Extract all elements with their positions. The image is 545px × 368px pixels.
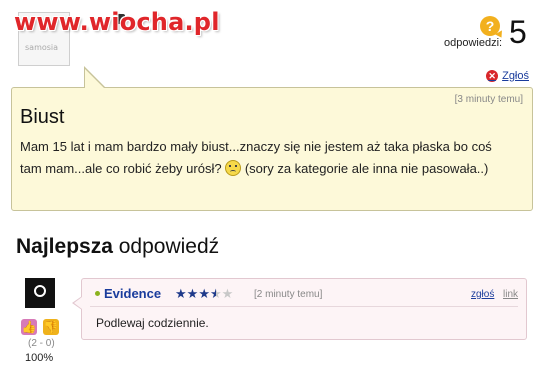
star-empty-icon: ★ bbox=[221, 286, 234, 301]
question-time: [3 minuty temu] bbox=[454, 94, 523, 105]
star-half-icon: ★ bbox=[209, 286, 222, 301]
question-bubble-tail-fill bbox=[85, 69, 104, 88]
vote-percent: 100% bbox=[25, 352, 54, 364]
star-icon: ★ bbox=[175, 286, 187, 301]
answer-permalink[interactable]: link bbox=[503, 289, 518, 300]
watermark: www.wiocha.pl bbox=[14, 8, 220, 36]
report-question-label: Zgłoś bbox=[502, 70, 529, 82]
answer-bubble-tail-fill bbox=[74, 297, 82, 309]
question-box: [3 minuty temu] Biust Mam 15 lat i mam b… bbox=[11, 87, 533, 211]
question-body-note: (sory za kategorie ale inna nie pasowała… bbox=[244, 161, 489, 176]
answer-divider bbox=[90, 306, 518, 307]
question-body: Mam 15 lat i mam bardzo mały biust...zna… bbox=[20, 136, 516, 180]
user-rating-stars: ★ ★ ★ ★ ★ bbox=[175, 287, 233, 301]
worried-face-icon bbox=[225, 160, 242, 176]
answerer-avatar[interactable] bbox=[25, 278, 55, 308]
best-answer-heading-bold: Najlepsza bbox=[16, 235, 113, 258]
answer-time: [2 minuty temu] bbox=[254, 289, 323, 300]
asker-avatar-label: samosia bbox=[25, 43, 59, 52]
answers-label: odpowiedzi: bbox=[444, 37, 503, 49]
answers-count: 5 bbox=[509, 14, 527, 50]
report-answer-link[interactable]: zgłoś bbox=[471, 289, 494, 300]
answer-text: Podlewaj codziennie. bbox=[96, 316, 209, 330]
thumbs-up-icon[interactable]: 👍 bbox=[21, 319, 37, 335]
close-icon: ✕ bbox=[486, 70, 499, 82]
online-status-icon bbox=[95, 291, 100, 296]
star-icon: ★ bbox=[186, 286, 199, 301]
vote-count: (2 - 0) bbox=[28, 338, 55, 349]
best-answer-heading: Najlepsza odpowiedź bbox=[16, 235, 219, 259]
answer-box: Evidence ★ ★ ★ ★ ★ [2 minuty temu] zgłoś… bbox=[81, 278, 527, 340]
best-answer-heading-rest: odpowiedź bbox=[118, 235, 220, 258]
report-question-link[interactable]: ✕ Zgłoś bbox=[486, 70, 529, 82]
answer-username[interactable]: Evidence bbox=[104, 286, 161, 301]
star-icon: ★ bbox=[198, 286, 210, 301]
question-title: Biust bbox=[20, 106, 65, 128]
thumbs-down-icon[interactable]: 👎 bbox=[43, 319, 59, 335]
